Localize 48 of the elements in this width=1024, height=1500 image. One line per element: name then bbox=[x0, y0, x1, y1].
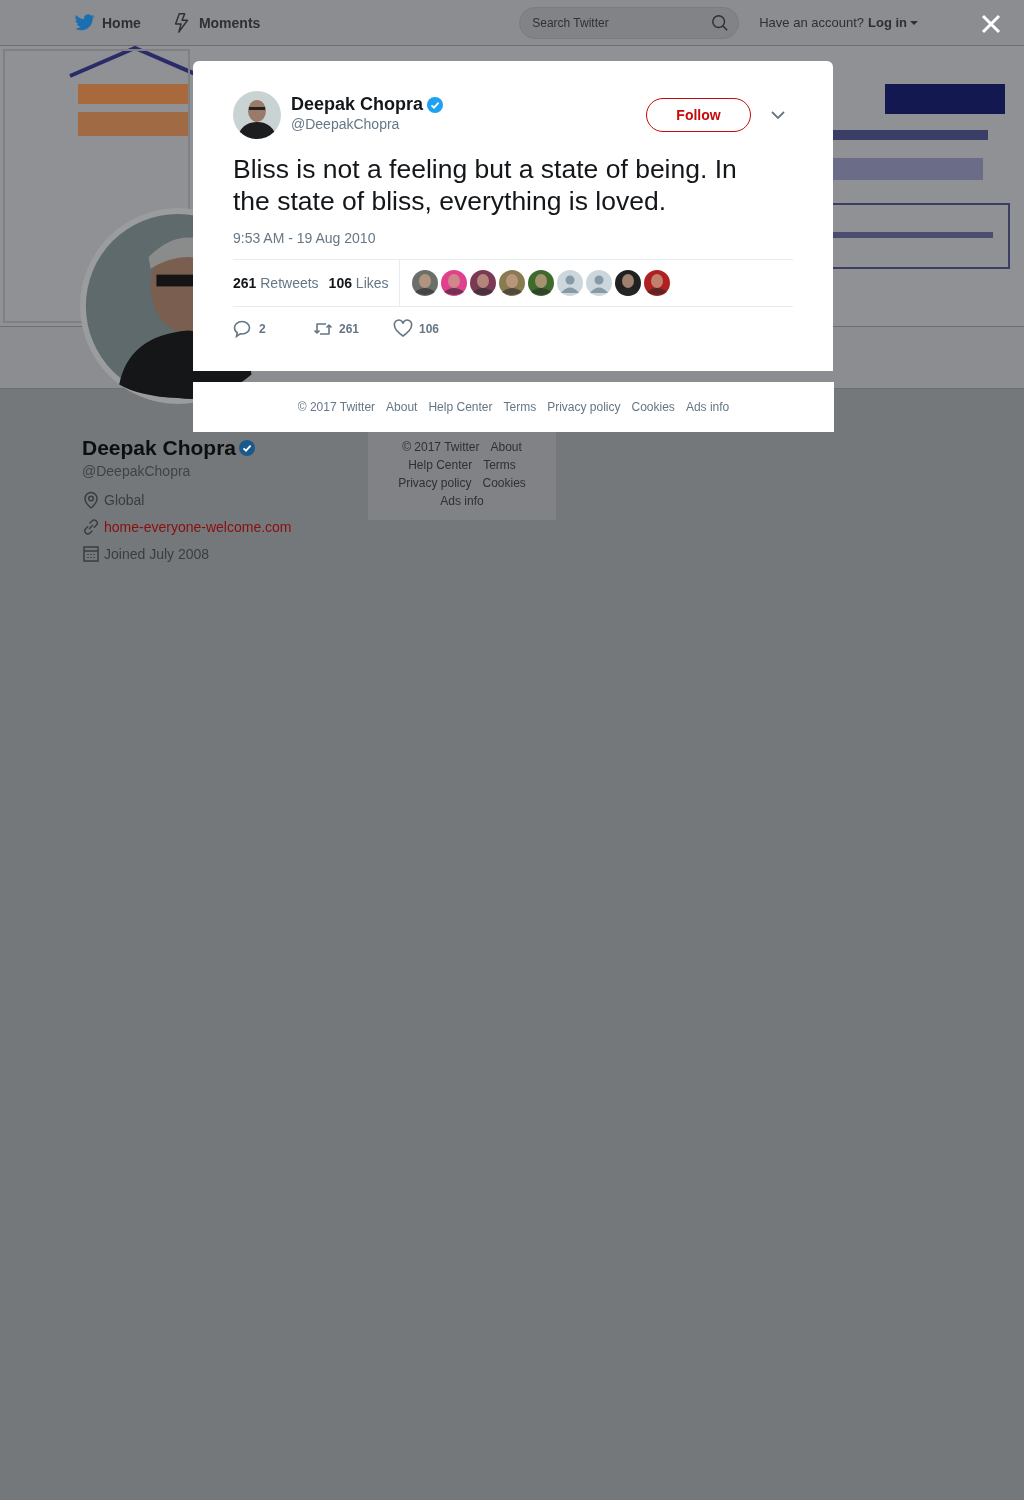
location-pin-icon bbox=[82, 491, 100, 509]
reply-action[interactable]: 2 bbox=[233, 319, 283, 339]
user-avatar[interactable] bbox=[469, 270, 496, 296]
account-prompt: Have an account? bbox=[759, 15, 864, 30]
user-avatar[interactable] bbox=[614, 270, 641, 296]
footer-link[interactable]: About bbox=[386, 400, 418, 414]
login-link[interactable]: Log in bbox=[868, 15, 918, 30]
footer-link[interactable]: Privacy policy bbox=[547, 400, 621, 414]
search-icon[interactable] bbox=[711, 13, 730, 32]
footer-link[interactable]: Help Center bbox=[408, 458, 473, 472]
footer-link[interactable]: About bbox=[490, 440, 522, 454]
author-name[interactable]: Deepak Chopra bbox=[291, 94, 424, 115]
like-action[interactable]: 106 bbox=[393, 319, 443, 339]
footer-link[interactable]: Terms bbox=[503, 400, 537, 414]
retweet-action[interactable]: 261 bbox=[313, 319, 363, 339]
footer-link[interactable]: Help Center bbox=[428, 400, 493, 414]
like-count[interactable]: 106 Likes bbox=[328, 275, 389, 291]
link-icon bbox=[82, 518, 100, 536]
user-avatar[interactable] bbox=[498, 270, 525, 296]
footer-link[interactable]: Terms bbox=[483, 458, 516, 472]
caret-icon bbox=[910, 20, 918, 25]
heart-icon bbox=[393, 319, 413, 339]
copyright: © 2017 Twitter bbox=[297, 400, 376, 414]
profile-name: Deepak Chopra bbox=[82, 436, 237, 460]
user-avatar[interactable] bbox=[527, 270, 554, 296]
footer-link[interactable]: Cookies bbox=[482, 476, 526, 490]
join-date: Joined July 2008 bbox=[104, 546, 210, 562]
follow-button[interactable]: Follow bbox=[646, 98, 751, 132]
reply-icon bbox=[233, 319, 253, 339]
nav-link[interactable]: Moments bbox=[170, 11, 261, 34]
nav-link[interactable]: Home bbox=[74, 11, 141, 34]
calendar-icon bbox=[82, 545, 100, 563]
search-field[interactable]: Search Twitter bbox=[519, 6, 740, 39]
retweet-count[interactable]: 261 Retweets bbox=[233, 275, 319, 291]
author-handle[interactable]: @DeepakChopra bbox=[291, 116, 400, 132]
location-text: Global bbox=[104, 492, 145, 508]
close-icon[interactable] bbox=[981, 14, 1001, 34]
footer-link[interactable]: Ads info bbox=[440, 494, 484, 508]
user-avatar[interactable] bbox=[643, 270, 670, 296]
tweet-text: Bliss is not a feeling but a state of being. In the state of bliss, everything is loved. bbox=[233, 153, 738, 217]
user-avatar[interactable] bbox=[411, 270, 438, 296]
copyright: © 2017 Twitter bbox=[402, 440, 480, 454]
footer-link[interactable]: Cookies bbox=[631, 400, 675, 414]
tweet-timestamp[interactable]: 9:53 AM - 19 Aug 2010 bbox=[233, 230, 793, 246]
user-avatar[interactable] bbox=[440, 270, 467, 296]
footer-link[interactable]: Privacy policy bbox=[398, 476, 472, 490]
chevron-icon[interactable] bbox=[771, 111, 785, 120]
footer-link[interactable]: Ads info bbox=[685, 400, 730, 414]
